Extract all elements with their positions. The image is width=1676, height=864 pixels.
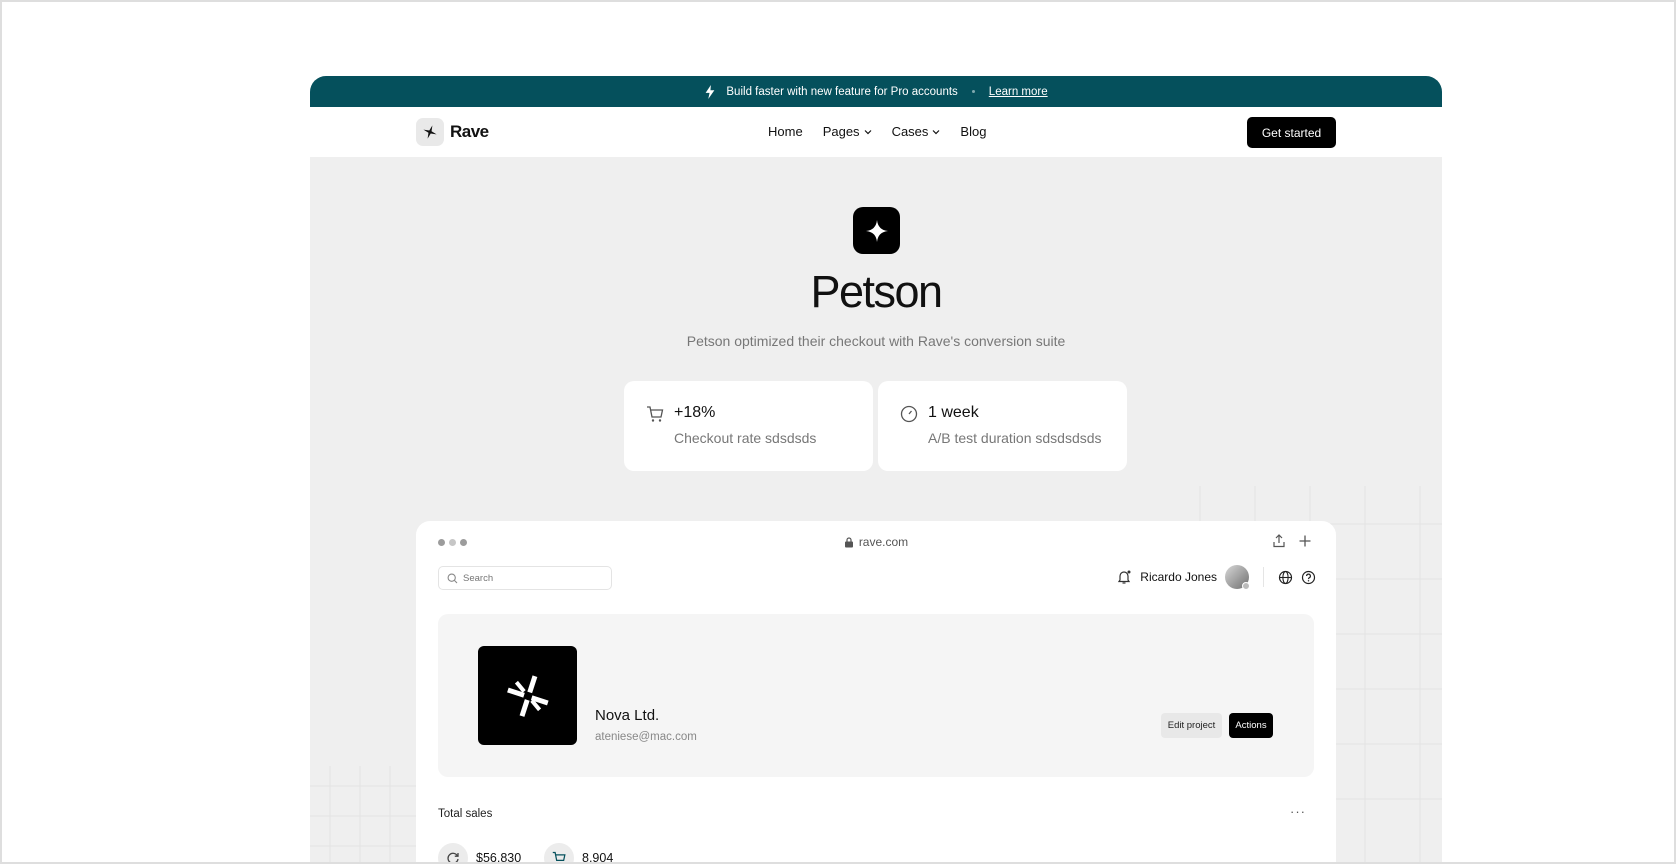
announcement-bar: Build faster with new feature for Pro ac…: [310, 76, 1442, 107]
sparkle-icon: [853, 207, 900, 254]
nova-logo-icon: [478, 646, 577, 745]
learn-more-link[interactable]: Learn more: [989, 86, 1048, 98]
stat-label: Checkout rate sdsdsds: [674, 430, 817, 446]
stat-value: +18%: [674, 404, 716, 421]
status-indicator: [1242, 582, 1250, 590]
plus-icon[interactable]: [1298, 534, 1312, 548]
get-started-button[interactable]: Get started: [1247, 117, 1336, 148]
edit-project-button[interactable]: Edit project: [1161, 713, 1222, 738]
page-subtitle: Petson optimized their checkout with Rav…: [686, 333, 1066, 349]
nav-item-label: Home: [768, 124, 803, 139]
browser-preview: rave.com Ricardo Jones: [416, 521, 1336, 864]
nav-item-label: Cases: [891, 124, 929, 139]
nav-item-home[interactable]: Home: [768, 124, 803, 139]
search-field[interactable]: [438, 566, 612, 590]
sales-metric: 8,904: [544, 843, 613, 864]
metric-value: $56,830: [476, 851, 522, 864]
separator-dot: [971, 90, 975, 93]
stat-card-duration: 1 week A/B test duration sdsdsdsds: [878, 381, 1127, 471]
cart-icon: [647, 406, 664, 422]
divider: [1263, 567, 1264, 587]
metric-value: 8,904: [582, 851, 614, 864]
grid-decoration-left: [310, 766, 416, 864]
brand-name: Rave: [450, 122, 489, 141]
project-email: ateniese@mac.com: [595, 731, 697, 743]
sales-metric: $56,830: [438, 843, 521, 864]
search-input[interactable]: [463, 572, 603, 584]
share-icon[interactable]: [1272, 534, 1286, 548]
actions-button[interactable]: Actions: [1229, 713, 1273, 738]
cart-icon: [544, 843, 574, 864]
page-canvas: Build faster with new feature for Pro ac…: [310, 76, 1442, 864]
stat-value: 1 week: [928, 404, 979, 421]
avatar[interactable]: [1225, 565, 1250, 590]
nav-item-pages[interactable]: Pages: [823, 124, 872, 139]
lock-icon: [844, 536, 853, 547]
project-card: Nova Ltd. ateniese@mac.com Edit project …: [438, 614, 1314, 777]
more-options-button[interactable]: ···: [1290, 804, 1306, 819]
user-name[interactable]: Ricardo Jones: [1140, 570, 1217, 584]
section-title: Total sales: [438, 808, 493, 820]
bell-icon[interactable]: [1116, 569, 1132, 585]
rave-logo-icon: [416, 118, 444, 146]
page-title: Petson: [810, 266, 943, 317]
chevron-down-icon: [932, 129, 940, 134]
brand-logo[interactable]: Rave: [416, 118, 489, 146]
stat-card-checkout: +18% Checkout rate sdsdsds: [624, 381, 873, 471]
refresh-icon: [438, 843, 468, 864]
nav-menu: Home Pages Cases Blog: [768, 124, 986, 139]
chevron-down-icon: [864, 129, 871, 134]
user-toolbar: Ricardo Jones: [1116, 565, 1316, 590]
nav-item-label: Blog: [960, 124, 987, 139]
nav-item-cases[interactable]: Cases: [892, 124, 941, 139]
help-icon[interactable]: [1301, 570, 1316, 585]
nav-item-label: Pages: [822, 124, 860, 139]
clock-icon: [900, 405, 918, 423]
main-navbar: Rave Home Pages Cases Blog Get started: [310, 107, 1442, 157]
url-text: rave.com: [858, 535, 909, 549]
globe-icon[interactable]: [1278, 570, 1293, 585]
nav-item-blog[interactable]: Blog: [960, 124, 986, 139]
lightning-icon: [706, 84, 715, 99]
search-icon: [447, 573, 458, 583]
announcement-text: Build faster with new feature for Pro ac…: [726, 85, 958, 98]
project-name: Nova Ltd.: [595, 707, 660, 724]
address-bar[interactable]: rave.com: [416, 535, 1336, 549]
stat-label: A/B test duration sdsdsdsds: [928, 430, 1102, 446]
